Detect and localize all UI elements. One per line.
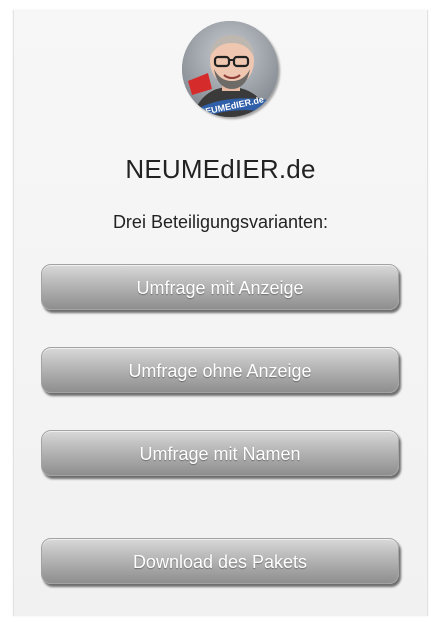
avatar: NEUMEdIER.de <box>182 21 278 117</box>
survey-with-ad-button[interactable]: Umfrage mit Anzeige <box>41 264 399 310</box>
page-title: NEUMEdIER.de <box>125 154 316 184</box>
avatar-photo: NEUMEdIER.de <box>182 21 278 117</box>
main-panel: NEUMEdIER.de NEUMEdIER.de Drei Beteiligu… <box>13 10 428 616</box>
download-package-button[interactable]: Download des Pakets <box>41 538 399 584</box>
survey-with-names-button[interactable]: Umfrage mit Namen <box>41 430 399 476</box>
survey-without-ad-button[interactable]: Umfrage ohne Anzeige <box>41 347 399 393</box>
page-subtitle: Drei Beteiligungsvarianten: <box>112 212 329 232</box>
